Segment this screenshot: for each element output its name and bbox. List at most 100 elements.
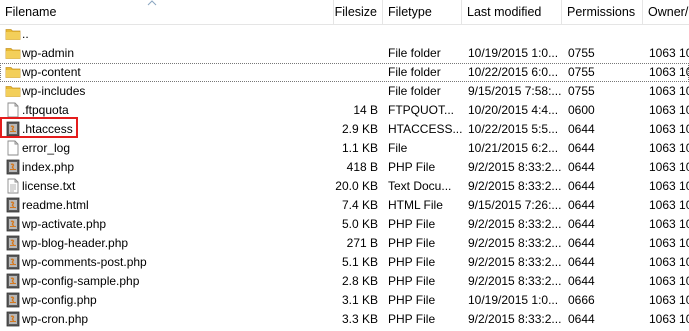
file-row[interactable]: license.txt 20.0 KB Text Docu... 9/2/2015 8… [0, 177, 689, 196]
file-row[interactable]: wp-config-sample.php 2.8 KB PHP File 9/2/20… [0, 272, 689, 291]
file-row[interactable]: index.php 418 B PHP File 9/2/2015 8:33:2...… [0, 158, 689, 177]
column-header-owner[interactable]: Owner/ [643, 0, 689, 24]
file-size: 418 B [346, 160, 378, 174]
file-size: 14 B [353, 103, 378, 117]
file-size [334, 44, 378, 63]
file-type: PHP File [388, 217, 436, 231]
file-modified: 9/15/2015 7:58:... [468, 84, 562, 98]
file-size [334, 63, 378, 82]
file-permissions: 0644 [568, 255, 595, 269]
file-name: .. [22, 27, 29, 41]
file-type: PHP File [388, 312, 436, 326]
file-row[interactable]: .ftpquota 14 B FTPQUOT... 10/20/2015 4:4...… [0, 101, 689, 120]
file-type: PHP File [388, 274, 436, 288]
file-permissions: 0755 [568, 46, 595, 60]
file-modified [468, 25, 562, 44]
file-size: 5.1 KB [341, 255, 378, 269]
file-row[interactable]: wp-comments-post.php 5.1 KB PHP File 9/2/20… [0, 253, 689, 272]
file-modified: 9/2/2015 8:33:2... [468, 217, 562, 231]
file-owner: 1063 10( [649, 179, 689, 193]
file-name: wp-admin [22, 46, 75, 60]
file-modified: 9/2/2015 8:33:2... [468, 160, 562, 174]
file-row[interactable]: .htaccess 2.9 KB HTACCESS... 10/22/2015 5:5… [0, 120, 689, 139]
file-modified: 9/2/2015 8:33:2... [468, 312, 562, 326]
file-permissions: 0644 [568, 141, 595, 155]
file-owner: 1063 10( [649, 46, 689, 60]
file-row[interactable]: wp-activate.php 5.0 KB PHP File 9/2/2015 8:… [0, 215, 689, 234]
file-permissions: 0666 [568, 293, 595, 307]
script-file-icon [5, 311, 21, 327]
file-name: wp-content [22, 65, 81, 79]
script-file-icon [5, 292, 21, 308]
column-header-filesize[interactable]: Filesize [334, 0, 383, 24]
file-modified: 9/2/2015 8:33:2... [468, 179, 562, 193]
file-modified: 10/20/2015 4:4... [468, 103, 559, 117]
file-owner: 1063 10( [649, 103, 689, 117]
file-row[interactable]: wp-config.php 3.1 KB PHP File 10/19/2015 1:… [0, 291, 689, 310]
file-type: File folder [388, 46, 441, 60]
script-file-icon [5, 121, 21, 137]
file-modified: 9/15/2015 7:26:... [468, 198, 562, 212]
file-row[interactable]: wp-cron.php 3.3 KB PHP File 9/2/2015 8:33:2… [0, 310, 689, 329]
file-name: wp-blog-header.php [22, 236, 129, 250]
script-file-icon [5, 197, 21, 213]
file-size: 3.1 KB [341, 293, 378, 307]
file-name: wp-config.php [22, 293, 97, 307]
file-permissions: 0755 [568, 65, 595, 79]
file-size: 2.8 KB [341, 274, 378, 288]
file-size: 7.4 KB [341, 198, 378, 212]
file-row[interactable]: wp-includes File folder 9/15/2015 7:58:...… [0, 82, 689, 101]
file-name: readme.html [22, 198, 89, 212]
file-name: wp-config-sample.php [22, 274, 140, 288]
file-owner: 1063 10( [649, 141, 689, 155]
file-owner: 1063 10( [649, 160, 689, 174]
file-row[interactable]: .. [0, 25, 689, 44]
file-type: File folder [388, 65, 441, 79]
remote-file-list: Filename Filesize Filetype Last modified… [0, 0, 689, 331]
file-owner: 1063 10( [649, 274, 689, 288]
file-name: license.txt [22, 179, 76, 193]
folder-icon [5, 45, 21, 61]
file-size: 20.0 KB [335, 179, 378, 193]
script-file-icon [5, 216, 21, 232]
file-type: File [388, 141, 408, 155]
script-file-icon [5, 254, 21, 270]
file-row[interactable]: wp-content File folder 10/22/2015 6:0... 07… [0, 63, 689, 82]
file-modified: 10/21/2015 6:2... [468, 141, 559, 155]
file-size [334, 25, 378, 44]
file-permissions: 0644 [568, 274, 595, 288]
file-size: 1.1 KB [341, 141, 378, 155]
column-header-filename[interactable]: Filename [0, 0, 334, 24]
column-header-permissions[interactable]: Permissions [562, 0, 643, 24]
column-header-bar: Filename Filesize Filetype Last modified… [0, 0, 689, 25]
file-modified: 10/19/2015 1:0... [468, 293, 559, 307]
file-name: .htaccess [22, 122, 73, 136]
file-owner: 1063 10( [649, 122, 689, 136]
file-permissions: 0600 [568, 103, 595, 117]
file-owner: 1063 10( [649, 217, 689, 231]
file-name: wp-cron.php [22, 312, 89, 326]
file-row[interactable]: wp-admin File folder 10/19/2015 1:0... 0755… [0, 44, 689, 63]
file-owner: 1063 10( [649, 236, 689, 250]
folder-icon [5, 83, 21, 99]
file-name: wp-includes [22, 84, 86, 98]
file-owner [649, 25, 689, 44]
file-permissions: 0644 [568, 312, 595, 326]
file-owner: 1063 10( [649, 65, 689, 79]
file-modified: 9/2/2015 8:33:2... [468, 236, 562, 250]
file-permissions: 0644 [568, 198, 595, 212]
column-header-filetype[interactable]: Filetype [383, 0, 462, 24]
column-header-last-modified[interactable]: Last modified [462, 0, 562, 24]
file-size: 5.0 KB [341, 217, 378, 231]
file-modified: 10/22/2015 6:0... [468, 65, 559, 79]
file-modified: 10/22/2015 5:5... [468, 122, 559, 136]
file-type: PHP File [388, 236, 436, 250]
file-type: FTPQUOT... [388, 103, 454, 117]
file-row[interactable]: readme.html 7.4 KB HTML File 9/15/2015 7:26… [0, 196, 689, 215]
file-name: .ftpquota [22, 103, 69, 117]
file-row[interactable]: wp-blog-header.php 271 B PHP File 9/2/2015 … [0, 234, 689, 253]
file-owner: 1063 10( [649, 312, 689, 326]
file-row[interactable]: error_log 1.1 KB File 10/21/2015 6:2... 0644… [0, 139, 689, 158]
file-type [388, 25, 462, 44]
file-permissions: 0644 [568, 122, 595, 136]
